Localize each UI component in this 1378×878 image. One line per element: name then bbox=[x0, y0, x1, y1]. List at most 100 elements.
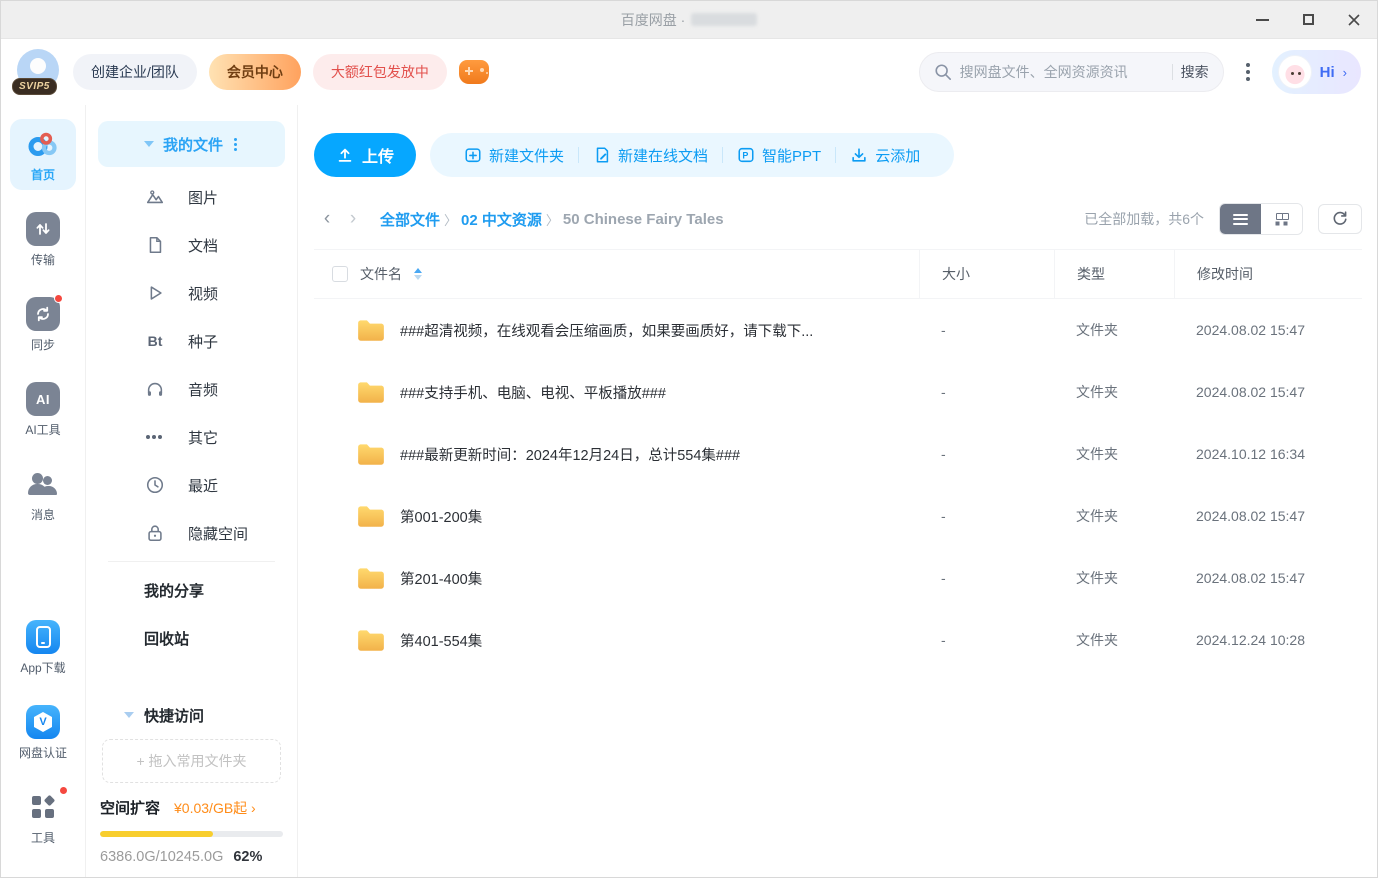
file-name[interactable]: 第401-554集 bbox=[400, 630, 482, 651]
assistant-button[interactable]: Hi › bbox=[1272, 50, 1361, 94]
window-title-text: 百度网盘 · bbox=[621, 10, 686, 30]
column-header-modified[interactable]: 修改时间 bbox=[1174, 250, 1362, 298]
sidebar-item-documents[interactable]: 文档 bbox=[98, 221, 285, 269]
sidebar-item-videos[interactable]: 视频 bbox=[98, 269, 285, 317]
main-content: 上传 新建文件夹 新建在线文档 P 智能PPT bbox=[298, 105, 1377, 877]
new-folder-button[interactable]: 新建文件夹 bbox=[450, 145, 578, 166]
close-button[interactable] bbox=[1331, 1, 1377, 39]
rail-label-messages: 消息 bbox=[31, 506, 55, 523]
refresh-button[interactable] bbox=[1318, 204, 1362, 234]
tools-notification-dot bbox=[59, 786, 68, 795]
sidebar-item-recycle-bin[interactable]: 回收站 bbox=[98, 614, 285, 662]
netdisk-logo-icon bbox=[26, 127, 60, 161]
table-row[interactable]: 第001-200集 - 文件夹 2024.08.02 15:47 bbox=[314, 485, 1362, 547]
window-title: 百度网盘 · bbox=[1, 10, 1377, 30]
more-menu-button[interactable] bbox=[1236, 55, 1260, 89]
quick-access-dropzone[interactable]: + 拖入常用文件夹 bbox=[102, 739, 281, 783]
cloud-add-button[interactable]: 云添加 bbox=[836, 145, 934, 166]
user-avatar[interactable]: SVIP5 bbox=[15, 49, 61, 95]
verification-icon: V bbox=[26, 705, 60, 739]
quick-access-label: 快捷访问 bbox=[144, 705, 204, 726]
file-name[interactable]: 第201-400集 bbox=[400, 568, 482, 589]
sidebar-item-quick-access[interactable]: 快捷访问 bbox=[98, 693, 285, 737]
file-list: ###超清视频，在线观看会压缩画质，如果要画质好，请下载下... - 文件夹 2… bbox=[314, 299, 1362, 877]
create-team-button[interactable]: 创建企业/团队 bbox=[73, 54, 197, 90]
rail-item-ai-tools[interactable]: AI AI工具 bbox=[10, 374, 76, 445]
search-bar[interactable]: 搜索 bbox=[919, 52, 1224, 92]
folder-icon bbox=[356, 317, 386, 343]
file-name[interactable]: ###超清视频，在线观看会压缩画质，如果要画质好，请下载下... bbox=[400, 320, 813, 341]
breadcrumb-row: ‹ › 全部文件 〉 02 中文资源 〉 50 Chinese Fairy Ta… bbox=[314, 203, 1362, 235]
table-row[interactable]: 第201-400集 - 文件夹 2024.08.02 15:47 bbox=[314, 547, 1362, 609]
storage-upgrade-link[interactable]: ¥0.03/GB起 › bbox=[174, 798, 256, 818]
column-header-name[interactable]: 文件名 bbox=[360, 264, 402, 284]
rail-item-sync[interactable]: 同步 bbox=[10, 289, 76, 360]
smart-ppt-button[interactable]: P 智能PPT bbox=[723, 145, 835, 166]
file-name[interactable]: 第001-200集 bbox=[400, 506, 482, 527]
rail-item-verification[interactable]: V 网盘认证 bbox=[10, 697, 76, 768]
breadcrumb-root[interactable]: 全部文件 bbox=[380, 209, 440, 230]
folder-icon bbox=[356, 565, 386, 591]
breadcrumb: 全部文件 〉 02 中文资源 〉 50 Chinese Fairy Tales bbox=[380, 209, 724, 230]
new-online-doc-button[interactable]: 新建在线文档 bbox=[579, 145, 722, 166]
sidebar-item-others[interactable]: 其它 bbox=[98, 413, 285, 461]
rail-label-app-download: App下载 bbox=[20, 659, 65, 676]
rail-label-verification: 网盘认证 bbox=[19, 744, 67, 761]
select-all-checkbox[interactable] bbox=[332, 266, 348, 282]
rail-label-home: 首页 bbox=[31, 166, 55, 183]
sidebar-item-my-shares[interactable]: 我的分享 bbox=[98, 566, 285, 614]
file-modified: 2024.08.02 15:47 bbox=[1174, 570, 1362, 586]
svg-text:P: P bbox=[742, 151, 748, 161]
red-packet-button[interactable]: 大额红包发放中 bbox=[313, 54, 447, 90]
nav-back-button[interactable]: ‹ bbox=[314, 208, 340, 230]
storage-progress-track bbox=[100, 831, 283, 837]
maximize-button[interactable] bbox=[1285, 1, 1331, 39]
title-bar[interactable]: 百度网盘 · bbox=[1, 1, 1377, 39]
search-input[interactable] bbox=[960, 64, 1164, 80]
tools-icon bbox=[26, 790, 60, 824]
sidebar-divider bbox=[108, 561, 275, 562]
table-row[interactable]: ###支持手机、电脑、电视、平板播放### - 文件夹 2024.08.02 1… bbox=[314, 361, 1362, 423]
breadcrumb-parent[interactable]: 02 中文资源 bbox=[461, 209, 542, 230]
file-type: 文件夹 bbox=[1054, 506, 1174, 526]
rail-item-home[interactable]: 首页 bbox=[10, 119, 76, 190]
bt-icon: Bt bbox=[144, 333, 166, 349]
sidebar-item-audio[interactable]: 音频 bbox=[98, 365, 285, 413]
breadcrumb-separator: 〉 bbox=[444, 210, 457, 229]
minimize-button[interactable] bbox=[1239, 1, 1285, 39]
sidebar-item-torrents[interactable]: Bt 种子 bbox=[98, 317, 285, 365]
sidebar-item-pictures[interactable]: 图片 bbox=[98, 173, 285, 221]
rail-item-tools[interactable]: 工具 bbox=[10, 782, 76, 853]
play-icon bbox=[144, 283, 166, 303]
file-name[interactable]: ###支持手机、电脑、电视、平板播放### bbox=[400, 382, 666, 403]
my-files-menu-icon[interactable] bbox=[232, 136, 239, 153]
sort-icon[interactable] bbox=[414, 268, 422, 280]
sidebar-item-my-files[interactable]: 我的文件 bbox=[98, 121, 285, 167]
grid-view-icon bbox=[1276, 213, 1288, 225]
column-header-size[interactable]: 大小 bbox=[919, 250, 1054, 298]
chevron-down-icon bbox=[124, 712, 134, 718]
rail-item-transfer[interactable]: 传输 bbox=[10, 204, 76, 275]
rail-item-messages[interactable]: 消息 bbox=[10, 459, 76, 530]
sidebar-item-recent[interactable]: 最近 bbox=[98, 461, 285, 509]
document-icon bbox=[144, 235, 166, 255]
rail-item-app-download[interactable]: App下载 bbox=[10, 612, 76, 683]
rail-label-tools: 工具 bbox=[31, 829, 55, 846]
list-view-button[interactable] bbox=[1220, 204, 1261, 234]
file-name[interactable]: ###最新更新时间：2024年12月24日，总计554集### bbox=[400, 444, 740, 465]
nav-forward-button[interactable]: › bbox=[340, 208, 366, 230]
upload-button[interactable]: 上传 bbox=[314, 133, 416, 177]
table-row[interactable]: ###超清视频，在线观看会压缩画质，如果要画质好，请下载下... - 文件夹 2… bbox=[314, 299, 1362, 361]
column-header-type[interactable]: 类型 bbox=[1054, 250, 1174, 298]
table-row[interactable]: ###最新更新时间：2024年12月24日，总计554集### - 文件夹 20… bbox=[314, 423, 1362, 485]
folder-icon bbox=[356, 503, 386, 529]
grid-view-button[interactable] bbox=[1261, 204, 1302, 234]
cloud-add-label: 云添加 bbox=[875, 145, 920, 166]
upload-icon bbox=[336, 146, 354, 164]
sidebar-item-hidden-space[interactable]: 隐藏空间 bbox=[98, 509, 285, 557]
member-center-button[interactable]: 会员中心 bbox=[209, 54, 301, 90]
category-label: 最近 bbox=[188, 475, 218, 496]
search-button[interactable]: 搜索 bbox=[1181, 62, 1209, 82]
game-controller-icon[interactable] bbox=[459, 60, 489, 84]
table-row[interactable]: 第401-554集 - 文件夹 2024.12.24 10:28 bbox=[314, 609, 1362, 671]
